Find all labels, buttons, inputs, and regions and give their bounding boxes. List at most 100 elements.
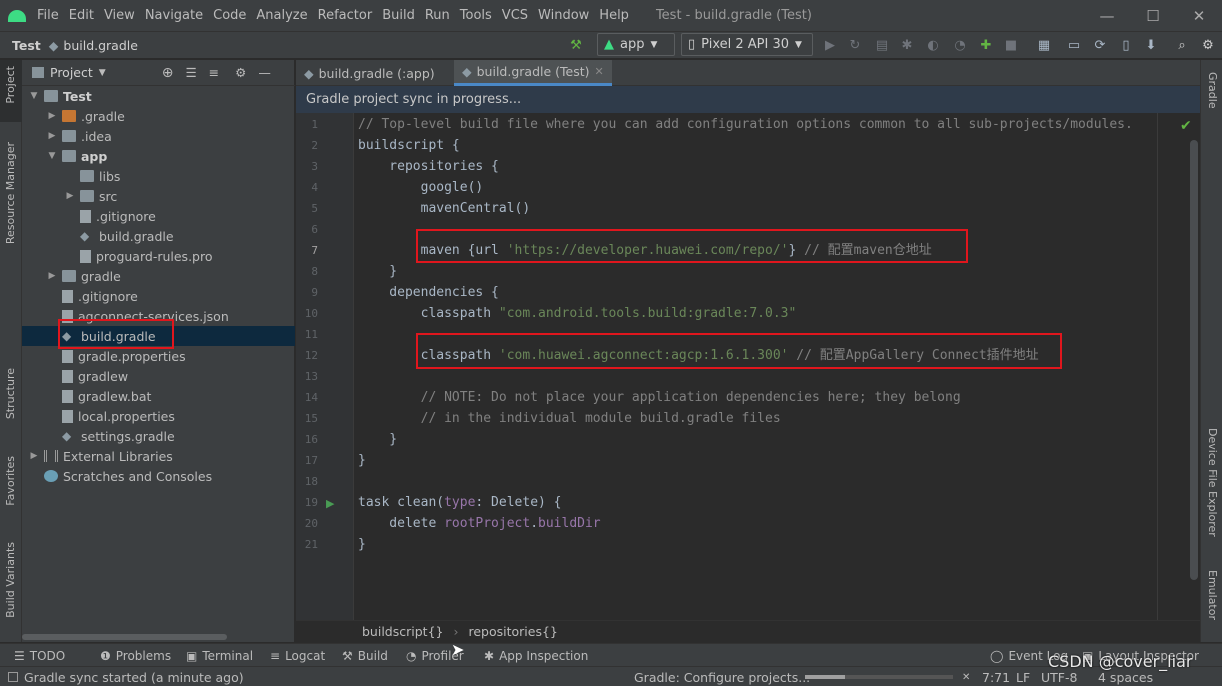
- build-tab[interactable]: ⚒ Build: [342, 644, 388, 667]
- chevron-right-icon[interactable]: ▶: [46, 111, 58, 121]
- sync-gradle-icon[interactable]: ⟳: [1092, 37, 1108, 53]
- chevron-down-icon[interactable]: ▼: [28, 91, 40, 101]
- sdk-manager-icon[interactable]: ⬇: [1143, 37, 1159, 53]
- tree-item[interactable]: Scratches and Consoles: [22, 466, 295, 486]
- logcat-tab[interactable]: ≡ Logcat: [270, 644, 325, 667]
- menu-help[interactable]: Help: [594, 8, 634, 23]
- locate-file-icon[interactable]: ⊕: [162, 65, 174, 81]
- device-select[interactable]: ▯ Pixel 2 API 30 ▼: [681, 33, 813, 56]
- gear-icon[interactable]: ⚙: [235, 65, 246, 80]
- menu-navigate[interactable]: Navigate: [140, 8, 208, 23]
- crumb-buildscript[interactable]: buildscript{}: [362, 624, 443, 639]
- tree-item[interactable]: ▶ .idea: [22, 126, 295, 146]
- line-separator[interactable]: LF: [1016, 667, 1030, 686]
- tree-item[interactable]: proguard-rules.pro: [22, 246, 295, 266]
- code-editor[interactable]: // Top-level build file where you can ad…: [353, 113, 1158, 620]
- collapse-all-icon[interactable]: ≡: [209, 65, 219, 80]
- code-line[interactable]: }: [358, 534, 366, 555]
- chevron-right-icon[interactable]: ▶: [46, 271, 58, 281]
- problems-tab[interactable]: ❶ Problems: [100, 644, 171, 667]
- tree-item[interactable]: gradlew: [22, 366, 295, 386]
- crumb-repositories[interactable]: repositories{}: [468, 624, 557, 639]
- code-line[interactable]: }: [358, 261, 397, 282]
- favorites-tab[interactable]: Favorites: [4, 456, 17, 506]
- terminal-tab[interactable]: ▣ Terminal: [186, 644, 253, 667]
- tree-item[interactable]: ◆ settings.gradle: [22, 426, 295, 446]
- background-task[interactable]: Gradle: Configure projects...: [634, 667, 810, 686]
- chevron-right-icon[interactable]: ▶: [64, 191, 76, 201]
- code-line[interactable]: buildscript {: [358, 135, 460, 156]
- menu-analyze[interactable]: Analyze: [251, 8, 312, 23]
- horizontal-scrollbar[interactable]: [22, 634, 227, 640]
- emulator-tab[interactable]: Emulator: [1206, 570, 1219, 620]
- chevron-right-icon[interactable]: ▶: [28, 451, 40, 461]
- menu-edit[interactable]: Edit: [64, 8, 99, 23]
- menu-view[interactable]: View: [99, 8, 140, 23]
- todo-tab[interactable]: ☰ TODO: [14, 644, 65, 667]
- tree-item[interactable]: gradle.properties: [22, 346, 295, 366]
- menu-file[interactable]: File: [32, 8, 64, 23]
- device-file-explorer-tab[interactable]: Device File Explorer: [1206, 428, 1219, 537]
- menu-window[interactable]: Window: [533, 8, 594, 23]
- attach-icon[interactable]: ✚: [978, 37, 994, 53]
- run-icon[interactable]: ▶: [822, 37, 838, 53]
- code-line[interactable]: // in the individual module build.gradle…: [358, 408, 781, 429]
- tree-item[interactable]: ◆ build.gradle: [22, 319, 295, 349]
- device-manager-icon[interactable]: ▯: [1118, 37, 1134, 53]
- tree-item[interactable]: ▶ gradle: [22, 266, 295, 286]
- gradle-tab[interactable]: Gradle: [1206, 72, 1219, 109]
- tree-item[interactable]: gradlew.bat: [22, 386, 295, 406]
- project-structure-icon[interactable]: ▦: [1036, 37, 1052, 53]
- code-line[interactable]: mavenCentral(): [358, 198, 531, 219]
- debug-icon[interactable]: ✱: [899, 37, 915, 53]
- chevron-down-icon[interactable]: ▼: [46, 151, 58, 161]
- tab-app-build-gradle[interactable]: ◆ build.gradle (:app): [296, 60, 452, 86]
- run-task-icon[interactable]: ▶: [326, 497, 334, 510]
- code-line[interactable]: dependencies {: [358, 282, 499, 303]
- code-line[interactable]: }: [358, 429, 397, 450]
- close-tab-icon[interactable]: ✕: [595, 65, 604, 78]
- code-line[interactable]: google(): [358, 177, 484, 198]
- coverage-icon[interactable]: ▤: [874, 37, 890, 53]
- expand-all-icon[interactable]: ☰: [185, 65, 196, 80]
- minimize-icon[interactable]: —: [1084, 0, 1130, 31]
- code-line[interactable]: delete rootProject.buildDir: [358, 513, 600, 534]
- code-line[interactable]: task clean(type: Delete) {: [358, 492, 562, 513]
- cancel-task-icon[interactable]: ✕: [962, 667, 970, 686]
- status-message[interactable]: Gradle sync started (a minute ago): [8, 667, 244, 686]
- code-line[interactable]: // NOTE: Do not place your application d…: [358, 387, 961, 408]
- tree-item[interactable]: ▼ Test: [22, 86, 295, 106]
- code-line[interactable]: repositories {: [358, 156, 499, 177]
- menu-code[interactable]: Code: [208, 8, 251, 23]
- breadcrumb-project[interactable]: Test: [12, 38, 41, 53]
- project-view-select[interactable]: Project: [50, 65, 93, 80]
- code-line[interactable]: }: [358, 450, 366, 471]
- stop-icon[interactable]: ■: [1003, 37, 1019, 53]
- chevron-right-icon[interactable]: ▶: [46, 131, 58, 141]
- tree-item[interactable]: libs: [22, 166, 295, 186]
- close-window-icon[interactable]: ✕: [1176, 0, 1222, 31]
- breadcrumb-file[interactable]: build.gradle: [63, 38, 138, 53]
- tree-item[interactable]: ◆ build.gradle: [22, 226, 295, 246]
- tab-test-build-gradle[interactable]: ◆ build.gradle (Test) ✕: [454, 60, 612, 86]
- tree-item[interactable]: ▶ External Libraries: [22, 446, 295, 466]
- hammer-build-icon[interactable]: ⚒: [568, 37, 584, 53]
- profile-icon[interactable]: ◐: [925, 37, 941, 53]
- hide-panel-icon[interactable]: —: [258, 65, 271, 80]
- run-config-select[interactable]: ▲ app ▼: [597, 33, 675, 56]
- tree-item[interactable]: ▶ .gradle: [22, 106, 295, 126]
- maximize-icon[interactable]: ☐: [1130, 0, 1176, 31]
- code-line[interactable]: // Top-level build file where you can ad…: [358, 114, 1133, 135]
- tree-item[interactable]: .gitignore: [22, 206, 295, 226]
- layout-icon[interactable]: ▭: [1066, 37, 1082, 53]
- app-inspection-tab[interactable]: ✱ App Inspection: [484, 644, 588, 667]
- search-icon[interactable]: ⌕: [1174, 37, 1190, 53]
- build-variants-tab[interactable]: Build Variants: [4, 542, 17, 618]
- tree-item[interactable]: local.properties: [22, 406, 295, 426]
- apply-changes-icon[interactable]: ↻: [847, 37, 863, 53]
- code-line[interactable]: classpath "com.android.tools.build:gradl…: [358, 303, 797, 324]
- menu-run[interactable]: Run: [420, 8, 455, 23]
- menu-tools[interactable]: Tools: [455, 8, 497, 23]
- tree-item[interactable]: .gitignore: [22, 286, 295, 306]
- caret-position[interactable]: 7:71: [982, 667, 1010, 686]
